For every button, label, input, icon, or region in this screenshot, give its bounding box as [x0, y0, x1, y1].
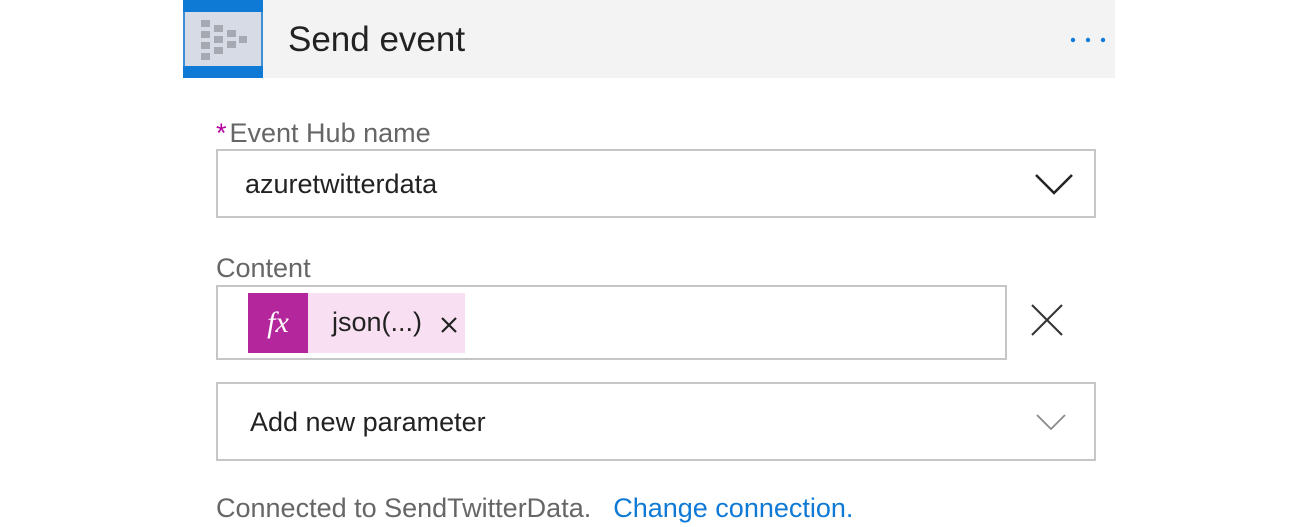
event-hub-name-label-text: Event Hub name: [229, 118, 431, 148]
add-new-parameter-placeholder: Add new parameter: [250, 406, 486, 437]
close-icon[interactable]: [437, 313, 461, 337]
chevron-down-icon: [1035, 173, 1073, 195]
fx-icon: fx: [248, 293, 308, 353]
change-connection-link[interactable]: Change connection.: [613, 493, 853, 523]
content-label: Content: [216, 253, 311, 283]
event-hub-name-label: * Event Hub name: [216, 117, 431, 149]
more-ellipsis-icon: [1070, 37, 1106, 43]
connected-to-text: Connected to SendTwitterData.: [216, 493, 592, 523]
event-hub-name-dropdown[interactable]: azuretwitterdata: [216, 149, 1096, 218]
connection-footer: Connected to SendTwitterData. Change conn…: [216, 492, 853, 524]
event-hub-icon: [183, 0, 263, 78]
clear-content-button[interactable]: [1029, 302, 1065, 338]
action-header[interactable]: Send event: [183, 0, 1115, 78]
content-input[interactable]: fx json(...): [216, 285, 1007, 360]
send-event-card: Send event * Event Hub name azuretwitterd…: [0, 0, 1299, 527]
required-marker: *: [216, 118, 227, 148]
action-title: Send event: [288, 20, 466, 59]
expression-token-label: json(...): [332, 307, 423, 337]
add-new-parameter-dropdown[interactable]: Add new parameter: [216, 382, 1096, 461]
expression-token[interactable]: fx json(...): [248, 293, 465, 353]
event-hub-name-value: azuretwitterdata: [245, 168, 438, 199]
chevron-down-icon: [1036, 413, 1066, 430]
more-options-button[interactable]: [1069, 18, 1109, 58]
